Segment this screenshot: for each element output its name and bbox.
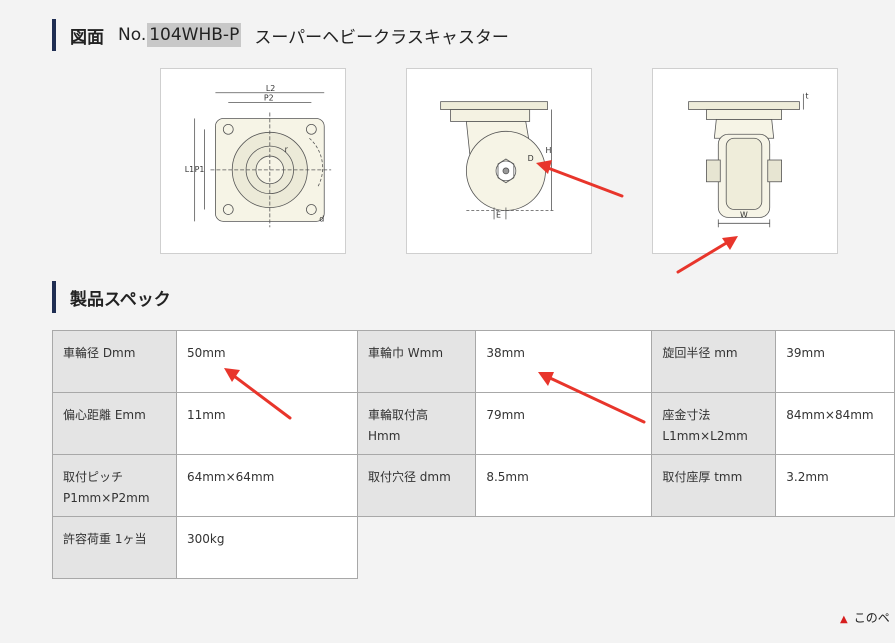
spec-value-bolt-hole: 8.5mm [475, 454, 653, 517]
front-view-w-label: W [740, 210, 748, 219]
spec-value-swivel-radius: 39mm [775, 330, 895, 393]
spec-value-offset: 11mm [175, 392, 358, 455]
spec-key-bolt-hole: 取付穴径 dmm [356, 454, 477, 517]
spec-label: 製品スペック [70, 289, 171, 310]
side-view-e-label: E [496, 210, 501, 219]
spec-value-mount-height: 79mm [475, 392, 653, 455]
spec-value-wheel-diameter: 50mm [175, 330, 358, 393]
top-view-l2-label: L2 [266, 84, 275, 93]
table-empty-cell [357, 517, 894, 579]
spec-heading: 製品スペック [52, 281, 171, 313]
spec-key-wheel-width: 車輪巾 Wmm [356, 330, 477, 393]
spec-value-load-capacity: 300kg [175, 516, 358, 579]
table-row: 取付ピッチ P1mm×P2mm 64mm×64mm 取付穴径 dmm 8.5mm… [52, 454, 895, 517]
triangle-up-icon: ▲ [840, 614, 848, 625]
model-prefix: No. [118, 25, 147, 45]
spec-key-plate-thickness: 取付座厚 tmm [651, 454, 777, 517]
model-code-highlight: 104WHB-P [147, 23, 242, 47]
spec-key-plate-size: 座金寸法 L1mm×L2mm [651, 392, 777, 455]
page-top-link[interactable]: ▲ このペ [840, 609, 890, 626]
spec-key-swivel-radius: 旋回半径 mm [651, 330, 777, 393]
table-row: 許容荷重 1ヶ当 300kg [52, 516, 895, 579]
top-view-d-label: d [319, 214, 324, 223]
table-row: 偏心距離 Emm 11mm 車輪取付高 Hmm 79mm 座金寸法 L1mm×L… [52, 392, 895, 455]
product-name: スーパーヘビークラスキャスター [254, 27, 509, 48]
spec-value-plate-size: 84mm×84mm [775, 392, 895, 455]
front-view-drawing: t W [688, 92, 808, 228]
drawing-label: 図面 [70, 27, 104, 48]
spec-value-plate-thickness: 3.2mm [775, 454, 895, 517]
front-view-t-label: t [805, 92, 808, 101]
figure-top-view: L2 P2 L1 P1 r d [160, 68, 346, 254]
side-view-drawing: H D E [440, 101, 556, 219]
spec-key-wheel-diameter: 車輪径 Dmm [52, 330, 177, 393]
spec-key-bolt-pitch: 取付ピッチ P1mm×P2mm [52, 454, 177, 517]
top-view-p2-label: P2 [264, 94, 274, 103]
top-view-l1-label: L1 [185, 165, 194, 174]
side-view-h-label: H [545, 146, 551, 155]
table-row: 車輪径 Dmm 50mm 車輪巾 Wmm 38mm 旋回半径 mm 39mm [52, 330, 895, 393]
spec-table: 車輪径 Dmm 50mm 車輪巾 Wmm 38mm 旋回半径 mm 39mm 偏… [52, 330, 895, 579]
top-view-p1-label: P1 [195, 165, 205, 174]
figure-side-view: H D E [406, 68, 592, 254]
spec-key-load-capacity: 許容荷重 1ヶ当 [52, 516, 177, 579]
page-top-link-label: このペ [853, 611, 890, 625]
top-view-drawing: L2 P2 L1 P1 r d [185, 84, 332, 228]
drawing-heading: 図面 No. 104WHB-P スーパーヘビークラスキャスター [52, 19, 509, 51]
spec-value-bolt-pitch: 64mm×64mm [175, 454, 358, 517]
spec-key-offset: 偏心距離 Emm [52, 392, 177, 455]
spec-key-mount-height: 車輪取付高 Hmm [356, 392, 477, 455]
side-view-d-label: D [528, 154, 534, 163]
figure-front-view: t W [652, 68, 838, 254]
spec-value-wheel-width: 38mm [475, 330, 653, 393]
